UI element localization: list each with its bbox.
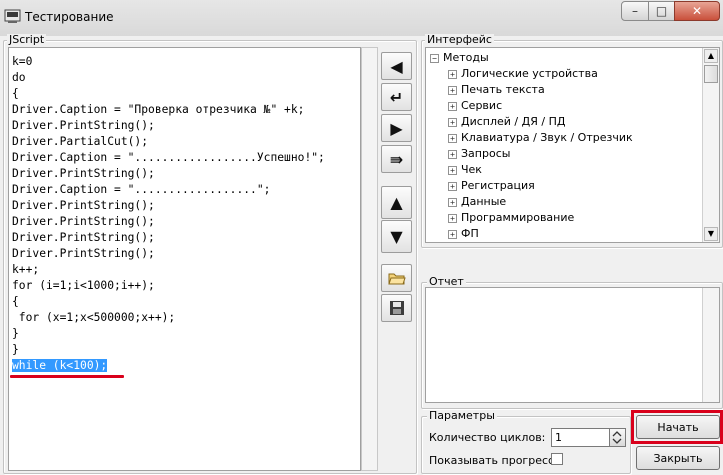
expand-icon[interactable]: + [448, 133, 457, 143]
tree-item-label: Данные [461, 195, 507, 208]
tree-item[interactable]: + ФП [426, 226, 719, 242]
tree-item-label: Программирование [461, 211, 575, 224]
tree-item[interactable]: + Чек [426, 162, 719, 178]
tree-item-label: Сервис [461, 99, 503, 112]
interface-tree[interactable]: − Методы + Логические устройства + Печать т… [425, 47, 720, 243]
enter-arrow-icon: ↵ [389, 87, 404, 107]
open-file-button[interactable] [381, 264, 412, 292]
start-button[interactable]: Начать [636, 415, 720, 439]
maximize-button[interactable]: □ [648, 1, 675, 21]
minimize-button[interactable]: – [621, 1, 649, 21]
arrow-up-icon: ▲ [390, 193, 403, 212]
report-output [425, 287, 720, 403]
expand-icon[interactable]: + [448, 181, 457, 191]
expand-icon[interactable]: + [448, 149, 457, 159]
tree-item[interactable]: + Логические устройства [426, 66, 719, 82]
arrow-down-icon: ▼ [390, 227, 403, 246]
tree-item[interactable]: + Данные [426, 194, 719, 210]
expand-icon[interactable]: + [448, 101, 457, 111]
annotation-underline [10, 375, 124, 378]
expand-icon[interactable]: + [448, 117, 457, 127]
cycles-spin-button[interactable] [609, 428, 626, 447]
expand-icon[interactable]: + [448, 197, 457, 207]
tree-item[interactable]: + Запросы [426, 146, 719, 162]
tree-item-label: Клавиатура / Звук / Отрезчик [461, 131, 633, 144]
code-body: k=0 do { Driver.Caption = "Проверка отре… [12, 55, 325, 356]
cycles-input[interactable]: 1 [551, 428, 610, 447]
tree-item-label: Запросы [461, 147, 511, 160]
tree-item[interactable]: + Регистрация [426, 178, 719, 194]
tree-item-label: Дисплей / ДЯ / ПД [461, 115, 566, 128]
tree-item[interactable]: + Клавиатура / Звук / Отрезчик [426, 130, 719, 146]
tree-item-label: Чек [461, 163, 482, 176]
tree-item-label: Регистрация [461, 179, 535, 192]
tree-item[interactable]: + Сервис [426, 98, 719, 114]
enter-arrow-button[interactable]: ↵ [381, 83, 412, 111]
arrow-down-button[interactable]: ▼ [381, 220, 412, 253]
jscript-group-label: JScript [7, 33, 47, 46]
tree-item[interactable]: + Программирование [426, 210, 719, 226]
window-title: Тестирование [25, 10, 114, 24]
show-progress-label: Показывать прогресс [429, 454, 555, 467]
code-editor[interactable]: k=0 do { Driver.Caption = "Проверка отре… [8, 47, 361, 471]
interface-group-label: Интерфейс [425, 33, 494, 46]
editor-scrollbar[interactable] [361, 47, 378, 471]
tree-scrollbar[interactable]: ▲ ▼ [702, 48, 719, 242]
expand-icon[interactable]: + [448, 165, 457, 175]
cycles-label: Количество циклов: [429, 431, 546, 444]
tree-item-label: Логические устройства [461, 67, 598, 80]
app-icon [4, 9, 21, 23]
close-button[interactable]: Закрыть [636, 446, 720, 470]
expand-icon[interactable]: + [448, 213, 457, 223]
spin-arrows-icon [612, 431, 622, 444]
open-folder-icon [387, 273, 406, 285]
show-progress-checkbox[interactable] [551, 453, 563, 465]
expand-icon[interactable]: + [448, 229, 457, 239]
expand-icon[interactable]: + [448, 85, 457, 95]
close-window-button[interactable]: ✕ [674, 1, 720, 21]
save-file-button[interactable] [381, 294, 412, 322]
tree-item-label: ФП [461, 227, 479, 240]
arrow-left-icon: ◀ [390, 56, 403, 76]
arrow-up-button[interactable]: ▲ [381, 186, 412, 219]
arrow-right-icon: ▶ [390, 118, 403, 138]
expand-icon[interactable]: + [448, 69, 457, 79]
tree-item[interactable]: + Печать текста [426, 82, 719, 98]
collapse-icon[interactable]: − [430, 53, 439, 63]
double-arrow-right-icon: ⇛ [389, 149, 404, 169]
tree-item-label: Печать текста [461, 83, 545, 96]
params-group-label: Параметры [427, 409, 497, 422]
save-disk-icon [389, 301, 404, 315]
arrow-left-button[interactable]: ◀ [381, 52, 412, 80]
arrow-right-button[interactable]: ▶ [381, 114, 412, 142]
tree-item[interactable]: + Дисплей / ДЯ / ПД [426, 114, 719, 130]
double-arrow-right-button[interactable]: ⇛ [381, 145, 412, 173]
selected-code-line: while (k<100); [12, 359, 108, 372]
tree-root-methods[interactable]: − Методы [426, 50, 719, 66]
